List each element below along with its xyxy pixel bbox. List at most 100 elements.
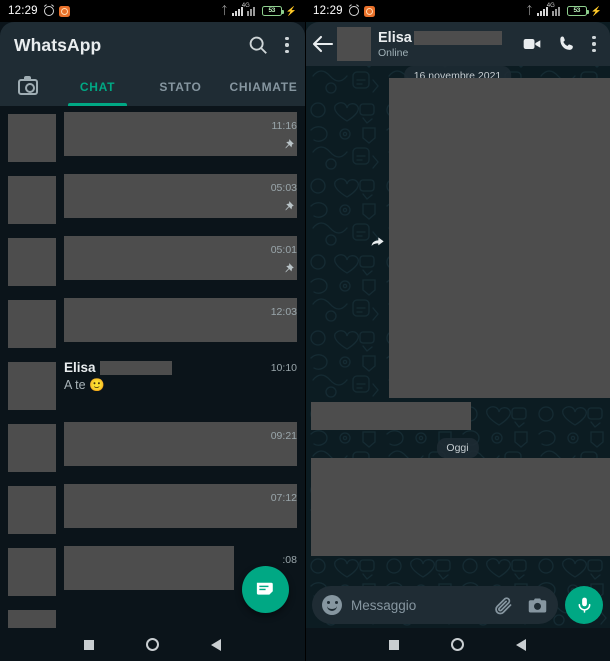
message-input-bar: Messaggio <box>305 582 610 628</box>
conversation-app-bar: Elisa Online <box>305 22 610 66</box>
phone-call-icon[interactable] <box>557 34 577 54</box>
triangle-back-icon[interactable] <box>516 638 526 651</box>
list-item[interactable]: 12:03 <box>0 292 305 354</box>
avatar <box>8 362 56 410</box>
status-time: 12:29 <box>8 5 38 17</box>
avatar <box>8 610 56 628</box>
redacted-message-bubble <box>389 78 610 398</box>
redacted-content <box>64 298 297 342</box>
right-panel-conversation: 12:29 ᛏ 4G 53 ⚡ Elisa Online 16 novembre… <box>305 0 610 661</box>
date-chip: Oggi <box>436 438 479 458</box>
conversation-actions <box>522 34 600 54</box>
alarm-icon <box>348 6 359 16</box>
charging-bolt-icon: ⚡ <box>590 5 602 16</box>
list-item[interactable]: 11:16 <box>0 106 305 168</box>
chat-timestamp: 11:16 <box>271 120 298 132</box>
list-item[interactable]: 05:03 <box>0 168 305 230</box>
microphone-icon <box>578 597 590 613</box>
chat-timestamp: 07:12 <box>270 492 297 504</box>
square-recents-icon[interactable] <box>84 639 94 650</box>
status-bar-left: 12:29 ᛏ 4G 53 ⚡ <box>0 0 305 22</box>
charging-bolt-icon: ⚡ <box>285 5 297 16</box>
status-left-icons <box>43 5 70 17</box>
battery-icon: 53 <box>566 6 589 16</box>
avatar <box>8 486 56 534</box>
pin-icon <box>285 201 294 211</box>
microphone-button[interactable] <box>565 586 603 624</box>
camera-icon <box>18 76 38 95</box>
message-input-container[interactable]: Messaggio <box>312 586 558 624</box>
avatar <box>8 300 56 348</box>
whatsapp-app-bar: WhatsApp <box>0 22 305 68</box>
status-bar-right: 12:29 ᛏ 4G 53 ⚡ <box>305 0 610 22</box>
forward-arrow-icon[interactable] <box>369 234 385 250</box>
square-recents-icon[interactable] <box>389 639 399 650</box>
list-item[interactable]: 05:01 <box>0 230 305 292</box>
avatar <box>8 548 56 596</box>
tab-chat[interactable]: CHAT <box>56 68 139 106</box>
circle-home-icon[interactable] <box>146 638 159 651</box>
page-title: WhatsApp <box>14 34 102 55</box>
status-left-icons <box>348 5 375 17</box>
battery-level: 53 <box>573 7 581 14</box>
panel-divider <box>305 0 306 661</box>
tab-camera[interactable] <box>0 76 56 95</box>
tab-chat-label: CHAT <box>79 80 116 94</box>
more-vert-icon[interactable] <box>285 36 289 54</box>
redacted-surname <box>99 360 172 375</box>
triangle-back-icon[interactable] <box>211 638 221 651</box>
search-icon[interactable] <box>247 34 269 56</box>
chat-timestamp: 05:01 <box>270 244 297 256</box>
chat-timestamp: 05:03 <box>270 182 297 194</box>
tab-chiamate[interactable]: CHIAMATE <box>222 68 305 106</box>
tab-stato-label: STATO <box>159 80 202 94</box>
redacted-message-bubble <box>311 458 610 556</box>
redacted-content <box>64 422 297 466</box>
chat-timestamp: 12:03 <box>270 306 297 318</box>
contact-name: Elisa <box>378 29 412 46</box>
avatar <box>8 424 56 472</box>
contact-info[interactable]: Elisa Online <box>378 30 522 59</box>
tab-chiamate-label: CHIAMATE <box>229 80 298 94</box>
redacted-content <box>64 236 297 280</box>
status-right-icons: ᛏ 4G 53 ⚡ <box>526 3 602 17</box>
bluetooth-icon: ᛏ <box>526 4 533 17</box>
emoji-icon[interactable] <box>322 595 342 615</box>
redacted-surname <box>413 30 502 45</box>
video-call-icon[interactable] <box>522 34 542 54</box>
tab-stato[interactable]: STATO <box>139 68 222 106</box>
pin-icon <box>285 263 294 273</box>
list-item[interactable]: 09:21 <box>0 416 305 478</box>
new-chat-icon <box>256 582 273 595</box>
back-arrow-icon[interactable] <box>311 32 335 56</box>
battery-icon: 53 <box>261 6 284 16</box>
signal-2-icon: 4G <box>242 3 258 16</box>
pin-icon <box>285 139 294 149</box>
app-notification-icon <box>58 5 70 17</box>
message-input[interactable]: Messaggio <box>351 598 493 613</box>
avatar[interactable] <box>337 27 371 61</box>
dual-screenshot: 12:29 ᛏ 4G 53 ⚡ WhatsApp CHAT STATO CHIA… <box>0 0 610 661</box>
message-area: 16 novembre 2021 Oggi <box>305 66 610 586</box>
list-item[interactable]: 07:12 <box>0 478 305 540</box>
status-badge: Online <box>378 46 409 59</box>
redacted-content <box>64 174 297 218</box>
list-item[interactable]: Elisa A te 🙂 10:10 <box>0 354 305 416</box>
chat-preview: A te 🙂 <box>64 378 105 392</box>
redacted-content <box>64 112 297 156</box>
app-notification-icon <box>363 5 375 17</box>
camera-icon[interactable] <box>527 595 548 616</box>
chat-timestamp: 10:10 <box>270 362 297 374</box>
status-time: 12:29 <box>313 5 343 17</box>
circle-home-icon[interactable] <box>451 638 464 651</box>
avatar <box>8 238 56 286</box>
new-chat-fab[interactable] <box>242 566 289 613</box>
contact-name-row: Elisa <box>378 30 522 46</box>
chat-name-row: Elisa <box>64 360 297 375</box>
chat-list[interactable]: 11:16 05:03 05:01 12:03 Elisa A te 🙂 10:… <box>0 106 305 628</box>
more-vert-icon[interactable] <box>592 35 596 53</box>
alarm-icon <box>43 6 54 16</box>
attach-clip-icon[interactable] <box>493 595 514 616</box>
android-nav-bar-left <box>0 628 305 661</box>
chat-timestamp: :08 <box>282 554 297 566</box>
